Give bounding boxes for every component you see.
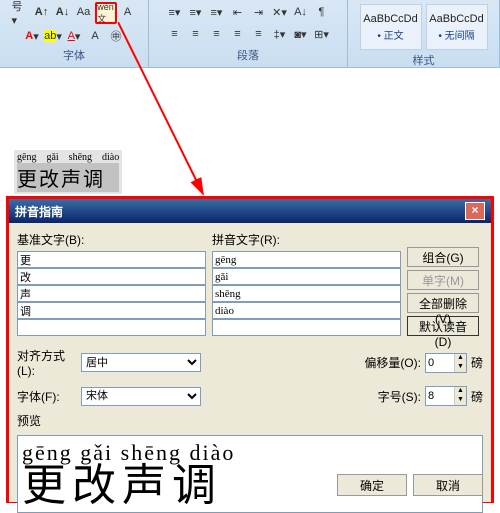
font-color-button[interactable]: A▾ bbox=[22, 26, 42, 46]
bullets-button[interactable]: ≡▾ bbox=[165, 2, 185, 22]
base-text-input[interactable] bbox=[17, 268, 206, 285]
close-icon[interactable]: × bbox=[465, 202, 485, 220]
spin-down-icon[interactable]: ▼ bbox=[455, 363, 466, 372]
phonetic-guide-button[interactable]: wén文 bbox=[95, 2, 117, 24]
size-spinner[interactable]: ▲▼ bbox=[425, 386, 467, 406]
style-name: • 无间隔 bbox=[438, 27, 474, 42]
font-label: 字体(F): bbox=[17, 388, 77, 405]
sort-button[interactable]: A↓ bbox=[291, 2, 311, 22]
group-para-label: 段落 bbox=[237, 47, 259, 65]
style-normal[interactable]: AaBbCcDd • 正文 bbox=[360, 4, 422, 50]
align-left-button[interactable]: ≡ bbox=[165, 24, 185, 44]
style-nospacing[interactable]: AaBbCcDd • 无间隔 bbox=[426, 4, 488, 50]
single-button[interactable]: 单字(M) bbox=[407, 270, 479, 290]
highlight-button[interactable]: ab▾ bbox=[43, 26, 63, 46]
ruby-text: shēng bbox=[69, 152, 92, 163]
dialog-title-text: 拼音指南 bbox=[15, 203, 63, 220]
ok-button[interactable]: 确定 bbox=[337, 474, 407, 496]
borders-button[interactable]: ⊞▾ bbox=[312, 24, 332, 44]
ruby-base-text[interactable]: 更改声调 bbox=[17, 163, 119, 192]
font-color2-button[interactable]: A▾ bbox=[64, 26, 84, 46]
align-center-button[interactable]: ≡ bbox=[186, 24, 206, 44]
enclose-char-button[interactable]: ㊥ bbox=[106, 26, 126, 46]
indent-inc-button[interactable]: ⇥ bbox=[249, 2, 269, 22]
font-select[interactable]: 宋体 bbox=[81, 387, 201, 406]
ruby-text: gēng bbox=[17, 152, 36, 163]
spin-down-icon[interactable]: ▼ bbox=[455, 396, 466, 405]
justify-button[interactable]: ≡ bbox=[228, 24, 248, 44]
align-right-button[interactable]: ≡ bbox=[207, 24, 227, 44]
style-name: • 正文 bbox=[377, 27, 403, 42]
distribute-button[interactable]: ≡ bbox=[249, 24, 269, 44]
change-case-button[interactable]: Aa bbox=[74, 2, 94, 22]
numbering-button[interactable]: ≡▾ bbox=[186, 2, 206, 22]
ribbon: 号 ▾ A↑ A↓ Aa wén文 A A▾ ab▾ A▾ A ㊥ 字体 ≡▾ … bbox=[0, 0, 500, 68]
style-preview: AaBbCcDd bbox=[363, 13, 417, 25]
ruby-text-input[interactable] bbox=[212, 268, 401, 285]
ruby-text-input[interactable] bbox=[212, 251, 401, 268]
ruby-text: gǎi bbox=[46, 152, 58, 163]
combine-button[interactable]: 组合(G) bbox=[407, 247, 479, 267]
character-border-button[interactable]: A bbox=[118, 2, 138, 22]
ruby-text-label: 拼音文字(R): bbox=[212, 231, 401, 248]
unit-label: 磅 bbox=[471, 388, 483, 405]
base-text-label: 基准文字(B): bbox=[17, 231, 206, 248]
multilevel-button[interactable]: ≡▾ bbox=[207, 2, 227, 22]
cancel-button[interactable]: 取消 bbox=[413, 474, 483, 496]
base-text-input[interactable] bbox=[17, 302, 206, 319]
show-marks-button[interactable]: ¶ bbox=[312, 2, 332, 22]
group-style-label: 样式 bbox=[413, 52, 435, 70]
shrink-font-button[interactable]: A↓ bbox=[53, 2, 73, 22]
ruby-text-input[interactable] bbox=[212, 319, 401, 336]
ruby-text: diào bbox=[102, 152, 119, 163]
phonetic-guide-dialog: 拼音指南 × 基准文字(B): 拼音文字(R): 组合(G) 单字(M) 全部删… bbox=[6, 196, 494, 503]
document-area: gēng gǎi shēng diào 更改声调 bbox=[14, 150, 122, 194]
line-spacing-button[interactable]: ‡▾ bbox=[270, 24, 290, 44]
default-reading-button[interactable]: 默认读音(D) bbox=[407, 316, 479, 336]
size-label: 字号(S): bbox=[378, 388, 421, 405]
font-size-button[interactable]: 号 ▾ bbox=[11, 2, 31, 22]
char-shading-button[interactable]: A bbox=[85, 26, 105, 46]
base-text-input[interactable] bbox=[17, 285, 206, 302]
grow-font-button[interactable]: A↑ bbox=[32, 2, 52, 22]
dialog-titlebar[interactable]: 拼音指南 × bbox=[9, 199, 491, 223]
offset-label: 偏移量(O): bbox=[364, 354, 421, 371]
indent-dec-button[interactable]: ⇤ bbox=[228, 2, 248, 22]
offset-spinner[interactable]: ▲▼ bbox=[425, 353, 467, 373]
alignment-label: 对齐方式(L): bbox=[17, 347, 77, 378]
style-preview: AaBbCcDd bbox=[429, 13, 483, 25]
unit-label: 磅 bbox=[471, 354, 483, 371]
ruby-text-input[interactable] bbox=[212, 302, 401, 319]
group-font-label: 字体 bbox=[63, 47, 85, 65]
preview-label: 预览 bbox=[17, 412, 483, 429]
spin-up-icon[interactable]: ▲ bbox=[455, 387, 466, 396]
alignment-select[interactable]: 居中 bbox=[81, 353, 201, 372]
shading-button[interactable]: ◙▾ bbox=[291, 24, 311, 44]
clear-all-button[interactable]: 全部删除(V) bbox=[407, 293, 479, 313]
spin-up-icon[interactable]: ▲ bbox=[455, 354, 466, 363]
base-text-input[interactable] bbox=[17, 319, 206, 336]
ruby-text-input[interactable] bbox=[212, 285, 401, 302]
asian-layout-button[interactable]: ✕▾ bbox=[270, 2, 290, 22]
base-text-input[interactable] bbox=[17, 251, 206, 268]
